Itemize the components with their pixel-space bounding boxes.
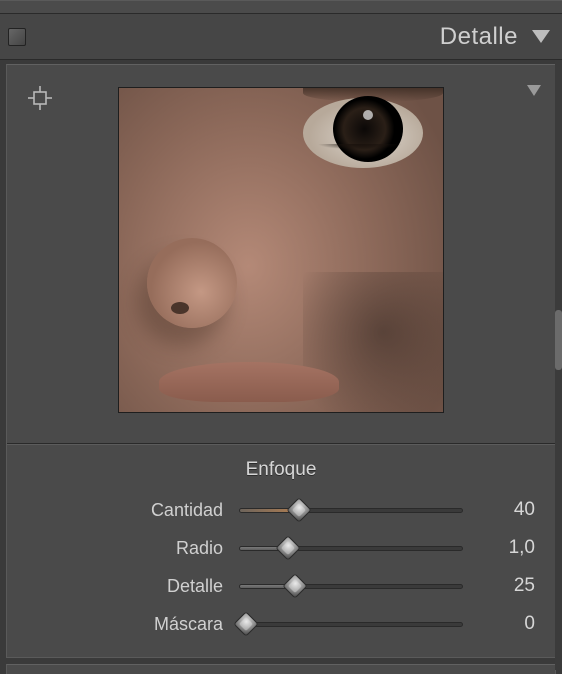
slider-value[interactable]: 40 bbox=[467, 499, 537, 521]
slider-row-máscara: Máscara 0 bbox=[25, 605, 537, 643]
panel-toggle-switch[interactable] bbox=[8, 28, 26, 46]
slider-máscara[interactable] bbox=[239, 616, 463, 632]
panel-header[interactable]: Detalle bbox=[0, 14, 562, 60]
slider-radio[interactable] bbox=[239, 540, 463, 556]
sharpening-section: Enfoque Cantidad 40 Radio 1,0 Detalle 25 bbox=[7, 445, 555, 657]
detail-preview-area bbox=[7, 65, 555, 443]
slider-row-radio: Radio 1,0 bbox=[25, 529, 537, 567]
slider-label: Detalle bbox=[25, 576, 235, 597]
detail-panel: Enfoque Cantidad 40 Radio 1,0 Detalle 25 bbox=[6, 64, 556, 658]
slider-thumb[interactable] bbox=[233, 611, 258, 636]
slider-thumb[interactable] bbox=[282, 573, 307, 598]
slider-value[interactable]: 25 bbox=[467, 575, 537, 597]
next-panel-collapsed[interactable] bbox=[6, 664, 556, 674]
slider-label: Máscara bbox=[25, 614, 235, 635]
previous-panel-collapsed[interactable] bbox=[0, 0, 562, 14]
slider-value[interactable]: 1,0 bbox=[467, 537, 537, 559]
slider-row-cantidad: Cantidad 40 bbox=[25, 491, 537, 529]
slider-value[interactable]: 0 bbox=[467, 613, 537, 635]
slider-label: Cantidad bbox=[25, 500, 235, 521]
detail-preview-thumbnail[interactable] bbox=[118, 87, 444, 413]
preview-target-tool[interactable] bbox=[25, 83, 55, 113]
panel-scrollbar-thumb[interactable] bbox=[555, 310, 562, 370]
slider-label: Radio bbox=[25, 538, 235, 559]
slider-cantidad[interactable] bbox=[239, 502, 463, 518]
preview-menu-icon[interactable] bbox=[527, 85, 541, 96]
sharpening-title: Enfoque bbox=[25, 459, 537, 481]
slider-thumb[interactable] bbox=[287, 497, 312, 522]
panel-title: Detalle bbox=[440, 23, 518, 51]
slider-thumb[interactable] bbox=[276, 535, 301, 560]
slider-row-detalle: Detalle 25 bbox=[25, 567, 537, 605]
slider-detalle[interactable] bbox=[239, 578, 463, 594]
collapse-panel-icon[interactable] bbox=[532, 30, 550, 43]
